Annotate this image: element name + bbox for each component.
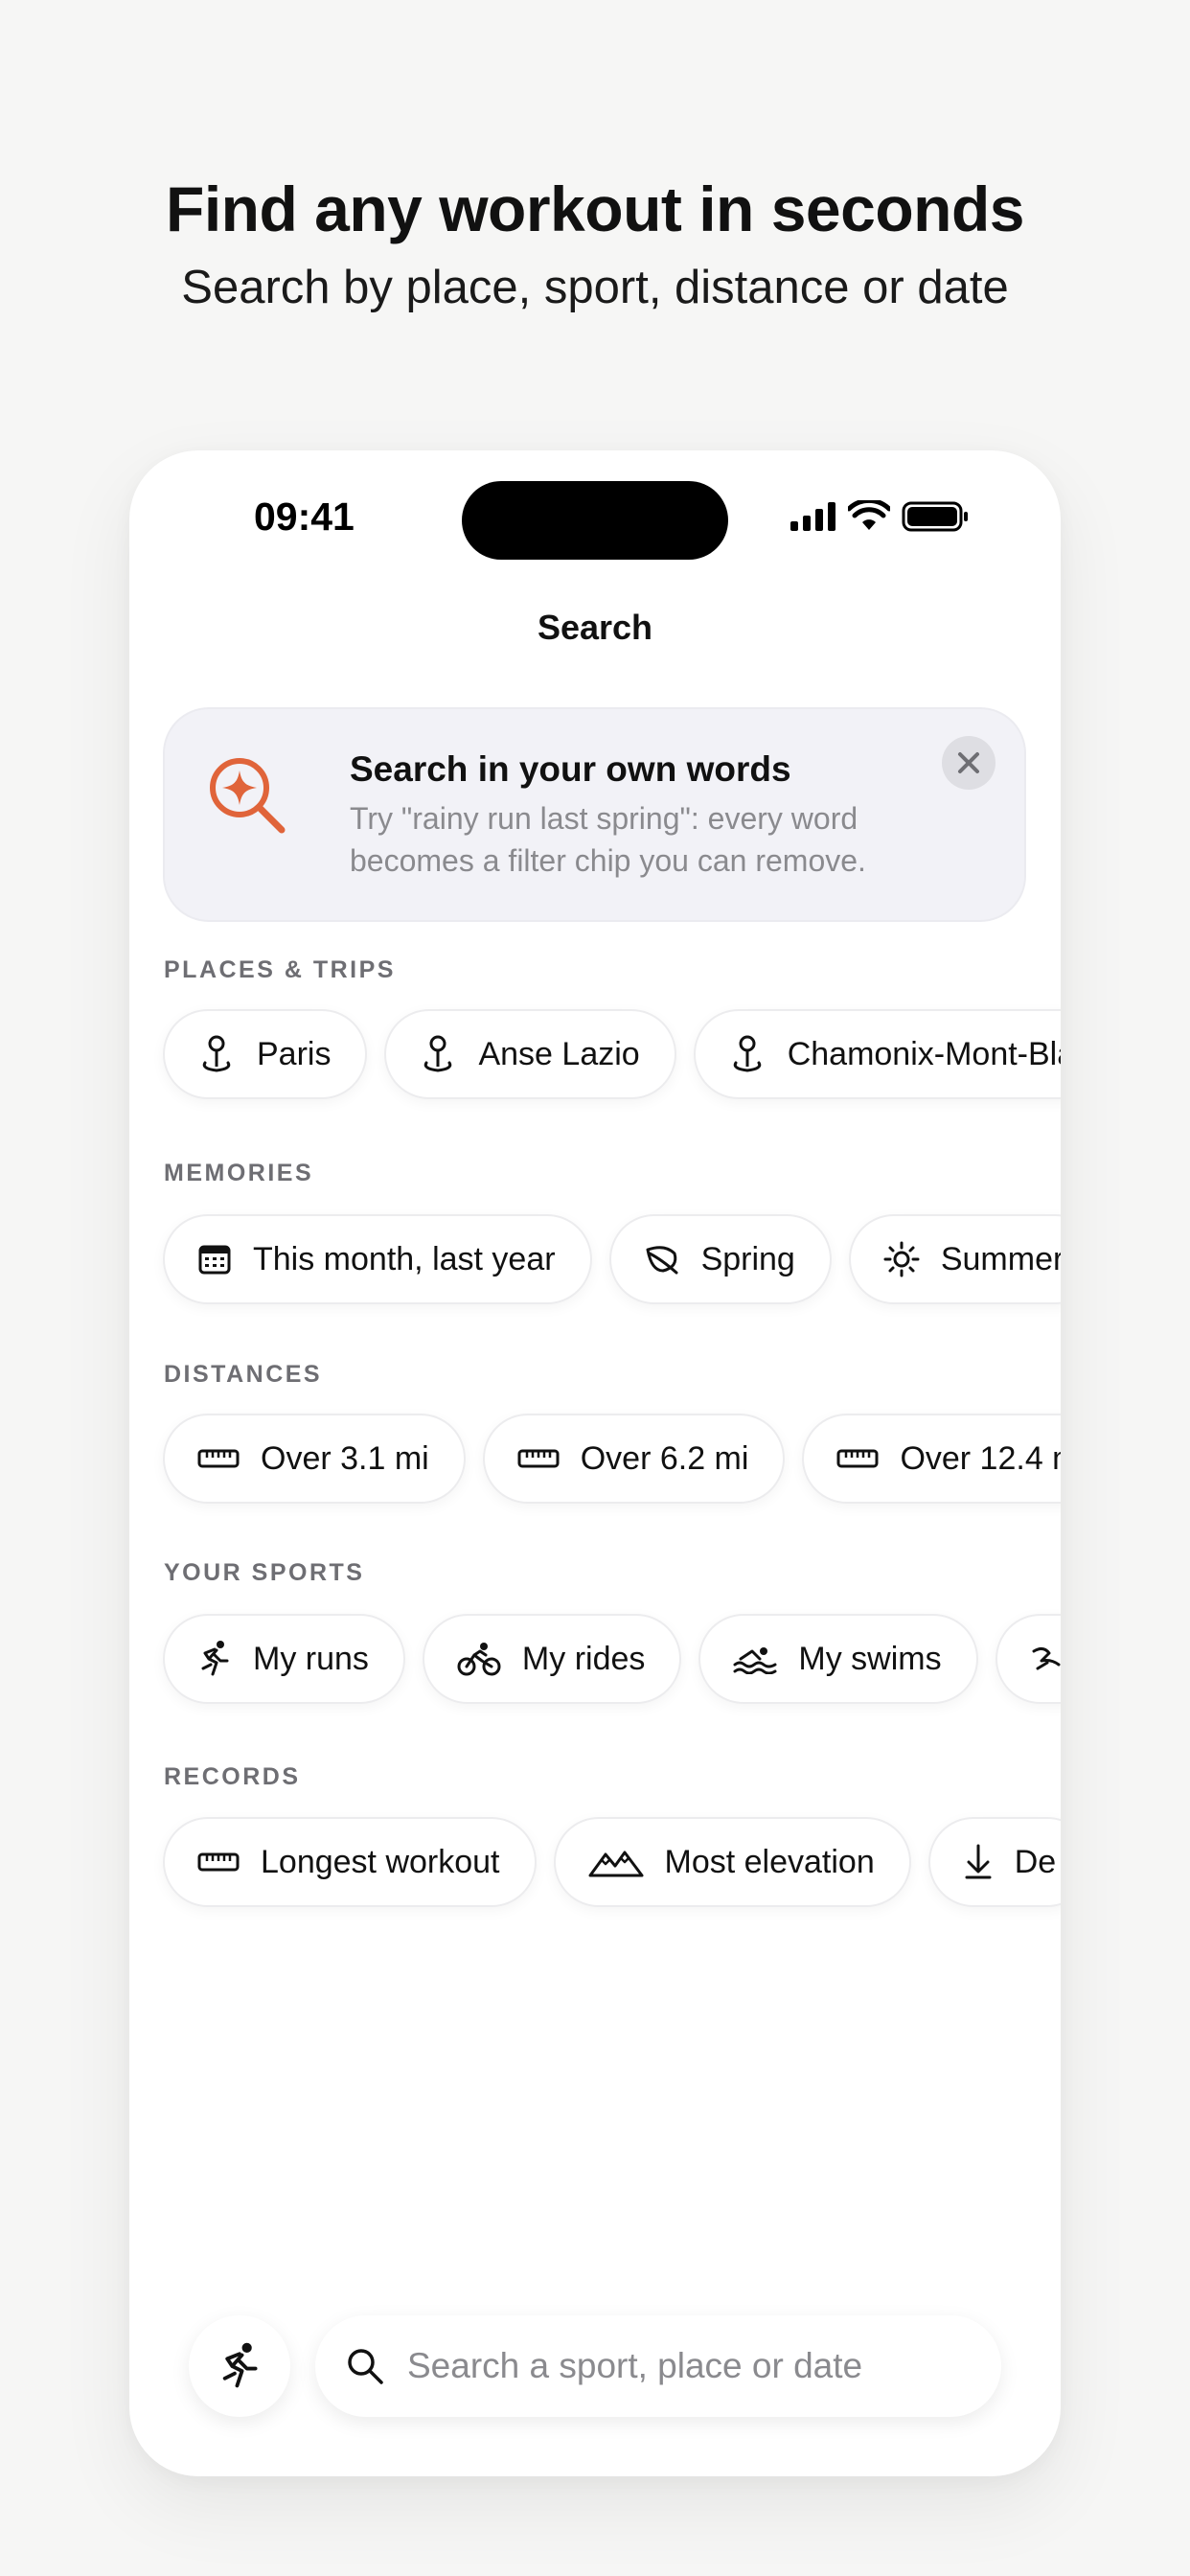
ruler-icon xyxy=(197,1852,240,1872)
chip-label: This month, last year xyxy=(253,1240,556,1277)
phone-screen: 09:41 Search Search in your own words Tr… xyxy=(129,450,1061,2476)
calendar-icon xyxy=(198,1245,231,1275)
chip-record-descent[interactable]: De xyxy=(927,1817,1061,1907)
arrow-down-icon xyxy=(965,1844,992,1879)
sun-icon xyxy=(883,1241,920,1277)
chip-distance-over-3-1[interactable]: Over 3.1 mi xyxy=(163,1414,466,1504)
chip-record-most-elevation[interactable]: Most elevation xyxy=(553,1817,911,1907)
close-icon xyxy=(958,752,979,773)
chip-label: Longest workout xyxy=(261,1843,500,1880)
sparkle-search-icon xyxy=(210,758,286,834)
dynamic-island xyxy=(462,481,728,560)
leaf-icon xyxy=(646,1246,678,1275)
ruler-icon xyxy=(517,1449,560,1468)
wifi-icon xyxy=(848,500,890,530)
chip-label: De xyxy=(1014,1843,1057,1880)
chip-label: Spring xyxy=(700,1240,795,1277)
cycling-icon xyxy=(457,1643,501,1676)
search-input[interactable] xyxy=(407,2346,982,2386)
chip-memory-spring[interactable]: Spring xyxy=(608,1214,832,1304)
swimming-icon xyxy=(733,1647,777,1674)
chip-sport-swims[interactable]: My swims xyxy=(698,1614,978,1704)
chip-memory-summer[interactable]: Summer xyxy=(848,1214,1061,1304)
chip-label: Paris xyxy=(257,1035,332,1072)
chip-row-distances: Over 3.1 mi Over 6.2 mi Over 12.4 mi xyxy=(163,1414,1061,1504)
map-pin-icon xyxy=(202,1035,231,1072)
chip-sport-more[interactable] xyxy=(995,1614,1061,1704)
tip-close-button[interactable] xyxy=(942,736,995,790)
chip-row-places: Paris Anse Lazio Chamonix-Mont-Blanc xyxy=(163,1009,1061,1099)
chip-place-anse-lazio[interactable]: Anse Lazio xyxy=(384,1009,676,1099)
chip-label: Over 3.1 mi xyxy=(261,1439,429,1477)
status-time: 09:41 xyxy=(254,494,355,539)
running-icon xyxy=(222,2342,258,2388)
section-label-places: PLACES & TRIPS xyxy=(164,956,396,983)
map-pin-icon xyxy=(424,1035,452,1072)
chip-label: My runs xyxy=(253,1640,369,1677)
section-label-memories: MEMORIES xyxy=(164,1160,314,1186)
cellular-signal-icon xyxy=(790,502,835,531)
section-label-sports: YOUR SPORTS xyxy=(164,1559,365,1586)
chip-label: Summer xyxy=(940,1240,1061,1277)
mountains-icon xyxy=(588,1851,643,1877)
map-pin-icon xyxy=(733,1035,761,1072)
chip-row-memories: This month, last year Spring Summer xyxy=(163,1214,1061,1304)
chip-row-sports: My runs My rides My swims xyxy=(163,1614,1061,1704)
ruler-icon xyxy=(836,1449,879,1468)
chip-distance-over-6-2[interactable]: Over 6.2 mi xyxy=(482,1414,786,1504)
chip-place-paris[interactable]: Paris xyxy=(163,1009,368,1099)
running-icon xyxy=(201,1641,229,1676)
chip-label: Over 12.4 mi xyxy=(900,1439,1061,1477)
section-label-distances: DISTANCES xyxy=(164,1361,323,1388)
search-icon xyxy=(348,2349,383,2384)
search-field[interactable] xyxy=(315,2315,1001,2417)
chip-distance-over-12-4[interactable]: Over 12.4 mi xyxy=(802,1414,1061,1504)
bottom-search-bar xyxy=(129,2315,1061,2421)
chip-row-records: Longest workout Most elevation De xyxy=(163,1817,1061,1907)
chip-place-chamonix[interactable]: Chamonix-Mont-Blanc xyxy=(693,1009,1061,1099)
chip-sport-rides[interactable]: My rides xyxy=(422,1614,682,1704)
section-label-records: RECORDS xyxy=(164,1763,301,1790)
chip-memory-this-month-last-year[interactable]: This month, last year xyxy=(163,1214,592,1304)
chip-label: Most elevation xyxy=(664,1843,875,1880)
chip-label: Chamonix-Mont-Blanc xyxy=(787,1035,1061,1072)
ruler-icon xyxy=(197,1449,240,1468)
tip-body: Try "rainy run last spring": every word … xyxy=(350,801,866,878)
battery-icon xyxy=(902,501,968,532)
nav-title: Search xyxy=(537,608,653,647)
chip-label: My swims xyxy=(798,1640,942,1677)
sport-icon xyxy=(1032,1646,1061,1670)
chip-record-longest-workout[interactable]: Longest workout xyxy=(163,1817,537,1907)
tip-card: Search in your own words Try "rainy run … xyxy=(163,707,1026,922)
marketing-subheadline: Search by place, sport, distance or date xyxy=(181,262,1009,313)
chip-label: My rides xyxy=(521,1640,646,1677)
chip-sport-runs[interactable]: My runs xyxy=(163,1614,405,1704)
tip-title: Search in your own words xyxy=(350,749,791,789)
chip-label: Anse Lazio xyxy=(478,1035,640,1072)
marketing-headline: Find any workout in seconds xyxy=(166,173,1024,244)
status-icons xyxy=(789,500,980,539)
sport-filter-button[interactable] xyxy=(189,2315,290,2417)
chip-label: Over 6.2 mi xyxy=(580,1439,749,1477)
